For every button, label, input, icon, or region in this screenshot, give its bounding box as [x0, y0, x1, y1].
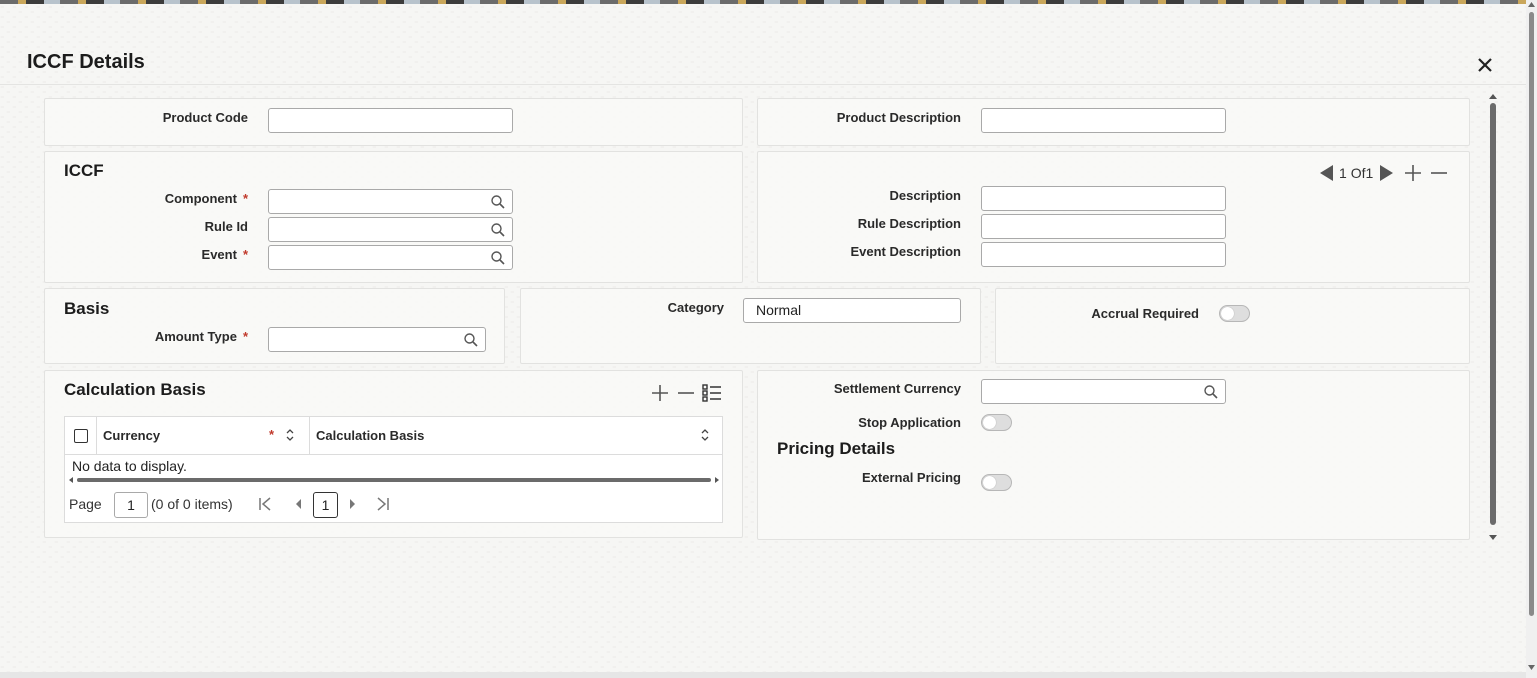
required-marker: * [242, 247, 248, 262]
event-label-text: Event [201, 247, 237, 262]
rule-description-field[interactable] [981, 214, 1226, 239]
required-marker: * [242, 191, 248, 206]
next-page-icon[interactable] [347, 495, 359, 513]
description-label: Description [889, 188, 961, 203]
title-divider [0, 84, 1526, 85]
category-label: Category [667, 300, 724, 315]
description-field[interactable] [981, 186, 1226, 211]
first-page-icon[interactable] [257, 495, 273, 513]
basis-section-title: Basis [64, 299, 110, 318]
sort-icon[interactable] [700, 428, 710, 442]
empty-table-message: No data to display. [72, 458, 187, 474]
rule-id-field[interactable] [268, 217, 513, 242]
calculation-basis-title: Calculation Basis [64, 380, 206, 399]
accrual-required-toggle[interactable] [1219, 305, 1250, 322]
event-field[interactable] [268, 245, 513, 270]
event-description-field[interactable] [981, 242, 1226, 267]
single-record-view-icon[interactable] [701, 382, 723, 404]
record-navigator-text: 1 Of1 [1339, 165, 1373, 181]
page-horizontal-scrollbar[interactable] [0, 672, 1526, 678]
previous-page-icon[interactable] [292, 495, 304, 513]
record-total: 1 [1365, 165, 1374, 181]
sort-icon[interactable] [285, 428, 295, 442]
search-icon[interactable] [490, 250, 506, 266]
amount-type-field[interactable] [268, 327, 486, 352]
page-scroll-track [1528, 2, 1535, 670]
dialog-title: ICCF Details [27, 51, 145, 73]
page-vertical-scrollbar[interactable] [1526, 0, 1537, 678]
search-icon[interactable] [1203, 384, 1219, 400]
dialog-vertical-scrollbar[interactable] [1487, 94, 1499, 540]
calculation-basis-table: Currency * Calculation Basis No data to … [64, 416, 723, 523]
search-icon[interactable] [463, 332, 479, 348]
close-icon [1478, 58, 1492, 72]
component-field[interactable] [268, 189, 513, 214]
current-page-button[interactable]: 1 [313, 492, 338, 518]
product-code-field[interactable] [268, 108, 513, 133]
currency-column-header[interactable]: Currency [103, 428, 160, 443]
amount-type-label: Amount Type * [110, 329, 248, 344]
amount-type-label-text: Amount Type [154, 329, 237, 344]
rule-description-label: Rule Description [857, 216, 961, 231]
previous-record-icon[interactable] [1317, 163, 1335, 183]
accrual-panel [995, 288, 1470, 364]
next-record-icon[interactable] [1378, 163, 1396, 183]
last-page-icon[interactable] [375, 495, 391, 513]
required-marker: * [242, 329, 248, 344]
items-count: (0 of 0 items) [151, 496, 233, 512]
product-description-label: Product Description [836, 110, 961, 125]
event-label: Event * [110, 247, 248, 262]
table-header: Currency * Calculation Basis [65, 417, 722, 455]
select-all-checkbox[interactable] [74, 429, 88, 443]
component-label: Component * [110, 191, 248, 206]
close-button[interactable] [1472, 52, 1498, 78]
accrual-required-label: Accrual Required [1091, 306, 1199, 321]
record-of-label: Of [1350, 165, 1366, 181]
horizontal-scrollbar[interactable] [69, 476, 719, 484]
product-description-field[interactable] [981, 108, 1226, 133]
stop-application-label: Stop Application [858, 415, 961, 430]
add-row-icon[interactable] [649, 382, 671, 404]
external-pricing-toggle[interactable] [981, 474, 1012, 491]
column-divider [309, 417, 310, 455]
calculation-basis-column-header[interactable]: Calculation Basis [316, 428, 424, 443]
rule-id-label: Rule Id [204, 219, 248, 234]
remove-record-icon[interactable] [1428, 162, 1450, 184]
record-current: 1 [1339, 165, 1347, 181]
product-code-label: Product Code [162, 110, 248, 125]
page-number-input[interactable]: 1 [114, 492, 148, 518]
iccf-section-title: ICCF [64, 161, 104, 180]
category-select[interactable]: Normal [743, 298, 961, 323]
basis-panel [44, 288, 505, 364]
external-pricing-label: External Pricing [862, 470, 961, 485]
event-description-label: Event Description [850, 244, 961, 259]
required-marker: * [269, 427, 275, 442]
add-record-icon[interactable] [1402, 162, 1424, 184]
page-label: Page [69, 496, 102, 512]
stop-application-toggle[interactable] [981, 414, 1012, 431]
component-label-text: Component [164, 191, 237, 206]
delete-row-icon[interactable] [675, 382, 697, 404]
pricing-details-title: Pricing Details [777, 439, 896, 458]
settlement-currency-label: Settlement Currency [833, 381, 961, 396]
search-icon[interactable] [490, 194, 506, 210]
column-divider [96, 417, 97, 455]
search-icon[interactable] [490, 222, 506, 238]
settlement-currency-field[interactable] [981, 379, 1226, 404]
